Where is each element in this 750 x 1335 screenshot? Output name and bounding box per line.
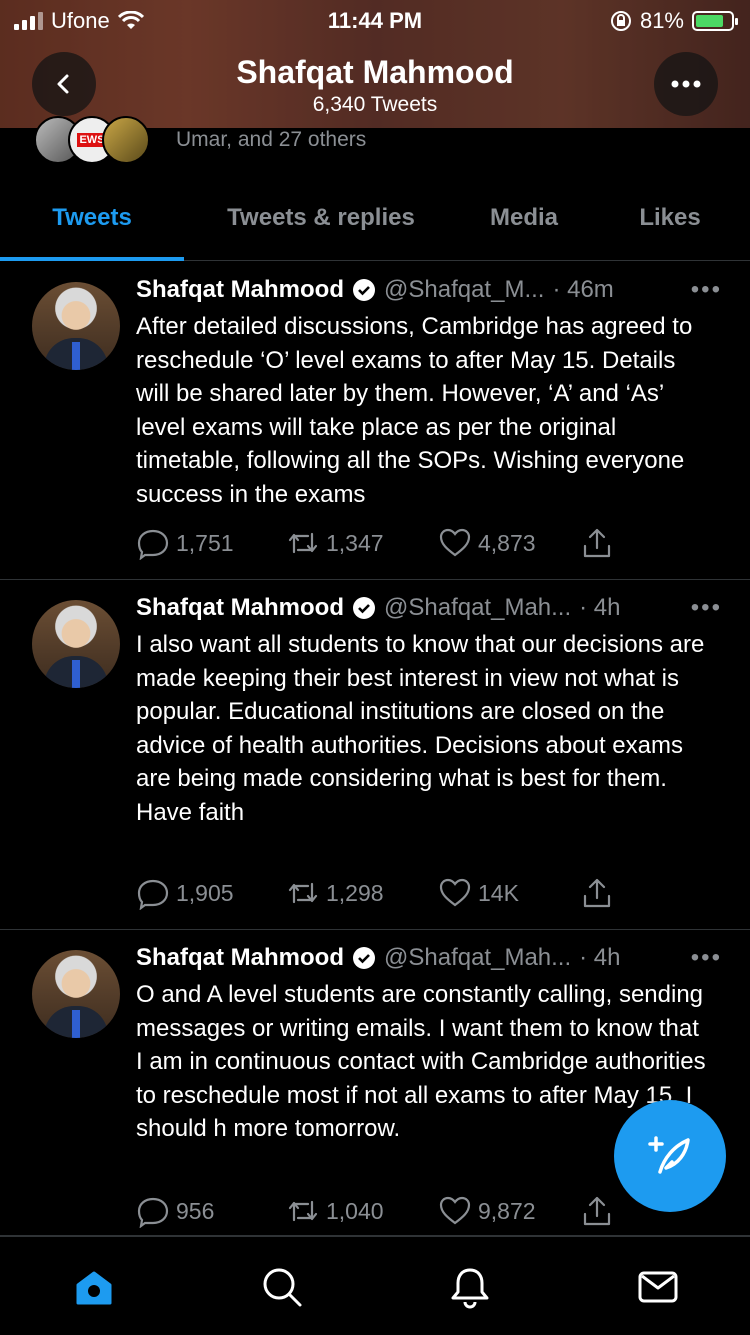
tab-likes[interactable]: Likes <box>590 186 750 260</box>
tweet-text: I also want all students to know that ou… <box>136 631 705 826</box>
tweet-text: O and A level students are constantly ca… <box>136 981 706 1143</box>
like-count: 9,872 <box>478 1197 536 1224</box>
retweet-icon <box>288 1200 318 1222</box>
tweet-avatar[interactable] <box>32 282 120 370</box>
like-button[interactable]: 4,873 <box>438 526 580 560</box>
orientation-lock-icon <box>610 11 631 31</box>
tab-tweets[interactable]: Tweets <box>0 186 184 261</box>
tweet-menu-icon[interactable]: ••• <box>691 594 722 622</box>
like-icon <box>439 1196 471 1225</box>
like-button[interactable]: 9,872 <box>438 1194 580 1228</box>
retweet-icon <box>288 532 318 554</box>
retweet-icon <box>288 882 318 904</box>
tweet-text: After detailed discussions, Cambridge ha… <box>136 313 693 508</box>
compose-tweet-button[interactable] <box>614 1100 726 1212</box>
retweet-count: 1,347 <box>326 529 384 556</box>
tweet-item[interactable]: Shafqat Mahmood @Shafqat_M... · 46m ••• … <box>0 262 750 580</box>
verified-icon <box>353 947 375 969</box>
messages-icon <box>638 1271 678 1303</box>
bottom-navigation <box>0 1236 750 1335</box>
tweet-menu-icon[interactable]: ••• <box>691 276 722 304</box>
like-icon <box>439 878 471 907</box>
tweet-avatar[interactable] <box>32 600 120 688</box>
tweet-author-name[interactable]: Shafqat Mahmood <box>136 594 344 622</box>
nav-search[interactable] <box>260 1265 304 1309</box>
retweet-button[interactable]: 1,040 <box>286 1194 438 1228</box>
compose-icon <box>648 1136 690 1174</box>
tweet-handle: @Shafqat_M... <box>384 276 545 303</box>
reply-count: 956 <box>176 1197 215 1224</box>
tweet-time: · 4h <box>579 944 621 971</box>
tweet-count: 6,340 Tweets <box>312 93 438 116</box>
retweet-button[interactable]: 1,347 <box>286 526 438 560</box>
tweet-menu-icon[interactable]: ••• <box>691 944 722 972</box>
followers-you-know[interactable]: EWS Umar, and 27 others <box>34 116 367 164</box>
follower-avatar <box>102 116 150 164</box>
tweet-author-name[interactable]: Shafqat Mahmood <box>136 944 344 972</box>
reply-count: 1,751 <box>176 529 234 556</box>
followers-text: Umar, and 27 others <box>176 128 367 151</box>
reply-button[interactable]: 1,751 <box>136 526 286 560</box>
tweet-handle: @Shafqat_Mah... <box>384 594 572 621</box>
more-icon <box>671 80 701 88</box>
like-icon <box>439 528 471 557</box>
tweet-avatar[interactable] <box>32 950 120 1038</box>
share-icon <box>583 878 611 908</box>
reply-icon <box>137 1197 169 1228</box>
retweet-count: 1,040 <box>326 1197 384 1224</box>
retweet-button[interactable]: 1,298 <box>286 876 438 910</box>
tweet-time: · 46m <box>552 276 614 303</box>
nav-messages[interactable] <box>636 1265 680 1309</box>
tweet-author-name[interactable]: Shafqat Mahmood <box>136 276 344 304</box>
tweet-item[interactable]: Shafqat Mahmood @Shafqat_Mah... · 4h •••… <box>0 580 750 930</box>
like-count: 4,873 <box>478 529 536 556</box>
battery-icon <box>692 11 738 31</box>
reply-count: 1,905 <box>176 879 234 906</box>
more-options-button[interactable] <box>654 52 718 116</box>
nav-notifications[interactable] <box>448 1265 492 1309</box>
search-icon <box>263 1268 302 1307</box>
nav-home[interactable] <box>72 1265 116 1309</box>
profile-tabs: Tweets Tweets & replies Media Likes <box>0 186 750 261</box>
share-button[interactable] <box>580 526 614 560</box>
share-icon <box>583 1196 611 1226</box>
verified-icon <box>353 279 375 301</box>
tweet-handle: @Shafqat_Mah... <box>384 944 572 971</box>
reply-button[interactable]: 1,905 <box>136 876 286 910</box>
tweet-time: · 4h <box>579 594 621 621</box>
retweet-count: 1,298 <box>326 879 384 906</box>
notifications-icon <box>451 1268 489 1309</box>
share-button[interactable] <box>580 876 614 910</box>
reply-icon <box>137 879 169 910</box>
verified-icon <box>353 597 375 619</box>
like-button[interactable]: 14K <box>438 876 580 910</box>
tab-tweets-replies[interactable]: Tweets & replies <box>184 186 458 260</box>
header-title-block: Shafqat Mahmood 6,340 Tweets <box>0 54 750 117</box>
share-icon <box>583 528 611 558</box>
reply-button[interactable]: 956 <box>136 1194 286 1228</box>
like-count: 14K <box>478 879 519 906</box>
profile-name: Shafqat Mahmood <box>236 54 514 90</box>
tab-media[interactable]: Media <box>458 186 590 260</box>
home-icon <box>76 1271 112 1305</box>
status-bar: Ufone 11:44 PM 81% <box>0 0 750 40</box>
reply-icon <box>137 529 169 560</box>
battery-percent: 81% <box>639 8 684 33</box>
share-button[interactable] <box>580 1194 614 1228</box>
